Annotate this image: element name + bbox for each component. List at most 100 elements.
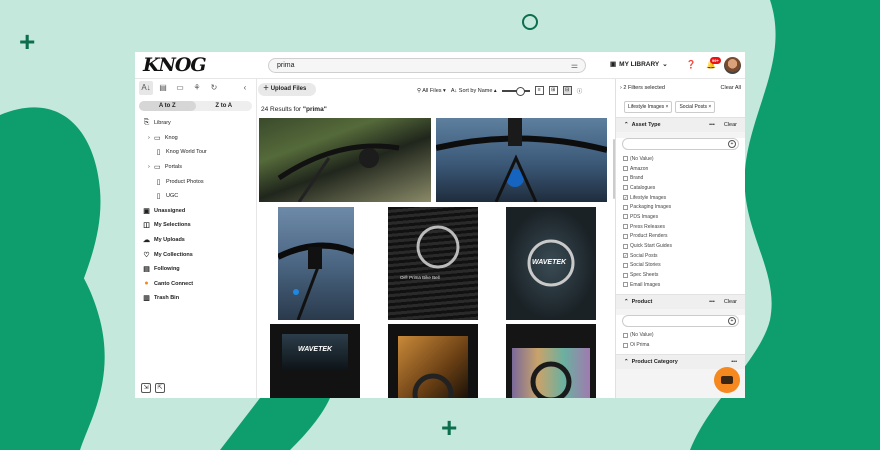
filter-option[interactable]: Quick Start Guides	[616, 241, 745, 251]
chevron-right-icon[interactable]: ›	[148, 164, 150, 170]
import-icon[interactable]: ⇲	[141, 383, 151, 393]
filter-option[interactable]: Catalogues	[616, 183, 745, 193]
thumbnail[interactable]	[278, 207, 354, 320]
filter-option[interactable]: Email Images	[616, 280, 745, 290]
filter-chip[interactable]: Social Posts ×	[675, 101, 716, 113]
checkbox[interactable]	[623, 156, 628, 162]
more-icon[interactable]: •••	[709, 299, 715, 305]
chevron-right-icon[interactable]: ›	[148, 135, 150, 141]
sidebar-item[interactable]: › ▭ Knog	[135, 131, 256, 146]
checkbox[interactable]	[623, 166, 628, 172]
checkbox[interactable]	[623, 233, 628, 239]
filter-option[interactable]: (No Value)	[616, 154, 745, 164]
list-view-icon[interactable]: ≡	[534, 86, 544, 95]
thumbnail[interactable]: WAVETEK	[506, 207, 596, 320]
avatar[interactable]	[724, 57, 741, 74]
sidebar-item[interactable]: ☁ My Uploads	[135, 233, 256, 248]
thumbnail[interactable]: WAVETEK	[270, 324, 360, 398]
all-files-dropdown[interactable]: ⚲ All Files ▾	[417, 88, 446, 94]
product-search-input[interactable]: +	[622, 314, 739, 327]
top-header: KNOG prima ⚌ ▣ MY LIBRARY ⌄ ❓ 🔔 99+	[135, 52, 745, 79]
search-input[interactable]: prima ⚌	[268, 58, 586, 73]
sidebar-item[interactable]: › ▭ Portals	[135, 160, 256, 175]
library-icon: ▣	[610, 61, 617, 68]
tree-icon[interactable]: ⚘	[190, 81, 204, 95]
filter-icon[interactable]: ⚌	[571, 61, 578, 70]
sidebar-item[interactable]: ▤ Following	[135, 262, 256, 277]
checkbox[interactable]	[623, 204, 628, 210]
filter-option[interactable]: Press Releases	[616, 222, 745, 232]
asset-type-clear-button[interactable]: Clear	[724, 122, 737, 128]
sidebar-item[interactable]: ◫ My Selections	[135, 218, 256, 233]
checkbox[interactable]: ✓	[623, 253, 628, 259]
sidebar-item[interactable]: ● Canto Connect	[135, 277, 256, 292]
upload-files-button[interactable]: ＋ Upload Files	[258, 83, 316, 96]
filter-option[interactable]: Spec Sheets	[616, 270, 745, 280]
sidebar-item[interactable]: ♡ My Collections	[135, 247, 256, 262]
checkbox[interactable]	[623, 224, 628, 230]
sidebar-item[interactable]: ▥ Trash Bin	[135, 291, 256, 306]
filter-option[interactable]: (No Value)	[616, 331, 745, 341]
checkbox[interactable]	[623, 214, 628, 220]
checkbox[interactable]	[623, 342, 628, 348]
sidebar-item[interactable]: ▣ Unassigned	[135, 204, 256, 219]
filter-option[interactable]: Packaging Images	[616, 202, 745, 212]
asset-type-search-input[interactable]: +	[622, 138, 739, 150]
unassigned-icon: ▣	[143, 207, 150, 215]
checkbox[interactable]	[623, 272, 628, 278]
sort-az-icon[interactable]: A↓	[139, 81, 153, 95]
album-view-icon[interactable]: ▤	[156, 81, 170, 95]
checkbox[interactable]: ✓	[623, 195, 628, 201]
close-icon[interactable]: ×	[664, 104, 669, 110]
filter-option[interactable]: Amazon	[616, 164, 745, 174]
help-icon[interactable]: ❓	[686, 60, 696, 69]
collapse-icon[interactable]: ‹	[238, 81, 252, 95]
video-icon[interactable]: ▭	[173, 81, 187, 95]
sort-dropdown[interactable]: A↓ Sort by Name ▴	[451, 88, 497, 94]
sidebar-item[interactable]: ⎘ Library	[135, 116, 256, 131]
sort-a-to-z[interactable]: A to Z	[139, 101, 196, 111]
filter-option[interactable]: ✓ Lifestyle Images	[616, 193, 745, 203]
filter-option[interactable]: PDS Images	[616, 212, 745, 222]
checkbox[interactable]	[623, 243, 628, 249]
filter-option[interactable]: Product Renders	[616, 232, 745, 242]
filter-option[interactable]: Brand	[616, 173, 745, 183]
thumbnail-size-slider[interactable]	[501, 86, 530, 96]
sort-z-to-a[interactable]: Z to A	[196, 101, 253, 111]
grid-view-icon[interactable]: ⊞	[548, 86, 558, 95]
sidebar-item[interactable]: ▯ Product Photos	[135, 174, 256, 189]
filter-chip[interactable]: Lifestyle Images ×	[624, 101, 673, 113]
info-icon[interactable]: ⓘ	[577, 87, 583, 95]
refresh-icon[interactable]: ↻	[207, 81, 221, 95]
my-library-menu[interactable]: ▣ MY LIBRARY ⌄	[610, 60, 668, 69]
add-icon[interactable]: +	[728, 316, 736, 325]
asset-type-header[interactable]: ⌃ Asset Type ••• Clear	[616, 117, 745, 132]
sidebar-item[interactable]: ▯ UGC	[135, 189, 256, 204]
checkbox[interactable]	[623, 185, 628, 191]
knog-logo[interactable]: KNOG	[143, 54, 207, 76]
close-icon[interactable]: ×	[707, 104, 711, 110]
filter-option[interactable]: Oi Prima	[616, 340, 745, 350]
results-query: "prima"	[302, 106, 327, 113]
checkbox[interactable]	[623, 282, 628, 288]
more-icon[interactable]: •••	[709, 122, 715, 128]
clear-all-button[interactable]: Clear All	[721, 85, 741, 91]
thumbnail[interactable]	[259, 118, 431, 202]
thumbnail[interactable]: Oi® Prima Bike Bell	[388, 207, 478, 320]
more-icon[interactable]: •••	[731, 359, 737, 365]
masonry-view-icon[interactable]: ⊟	[562, 86, 572, 95]
add-icon[interactable]: +	[728, 140, 736, 148]
thumbnail[interactable]	[436, 118, 607, 202]
checkbox[interactable]	[623, 332, 628, 338]
product-clear-button[interactable]: Clear	[724, 299, 737, 305]
chat-button[interactable]	[714, 367, 740, 393]
sidebar-item[interactable]: ▯ Knog World Tour	[135, 145, 256, 160]
checkbox[interactable]	[623, 175, 628, 181]
thumbnail[interactable]	[506, 324, 596, 398]
checkbox[interactable]	[623, 262, 628, 268]
filter-option[interactable]: ✓ Social Posts	[616, 251, 745, 261]
filter-option[interactable]: Social Stories	[616, 261, 745, 271]
product-header[interactable]: ⌃ Product ••• Clear	[616, 293, 745, 309]
export-icon[interactable]: ⇱	[155, 383, 165, 393]
thumbnail[interactable]	[388, 324, 478, 398]
